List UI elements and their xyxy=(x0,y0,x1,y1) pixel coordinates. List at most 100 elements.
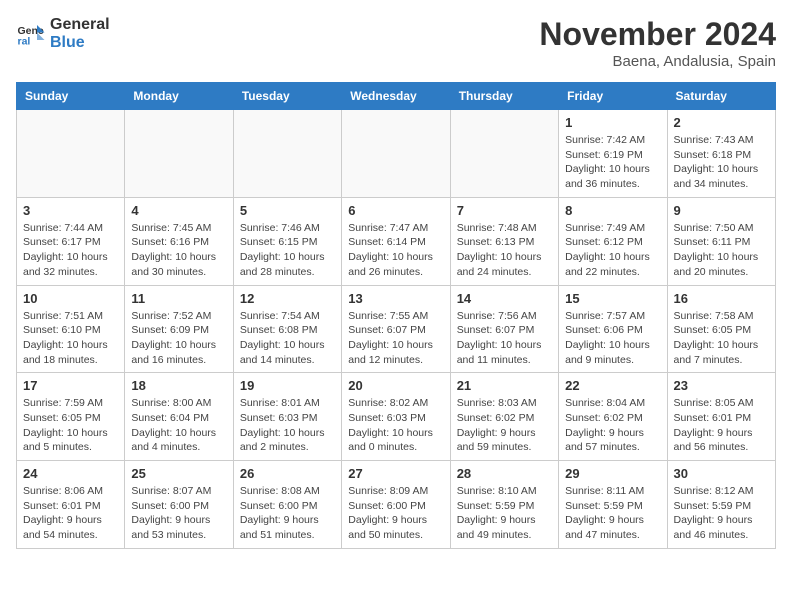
calendar-day-cell xyxy=(342,110,450,198)
day-number: 17 xyxy=(23,378,118,393)
weekday-header-cell: Sunday xyxy=(17,83,125,110)
calendar-body: 1 Sunrise: 7:42 AM Sunset: 6:19 PM Daylig… xyxy=(17,110,776,549)
day-number: 24 xyxy=(23,466,118,481)
calendar-day-cell: 23 Sunrise: 8:05 AM Sunset: 6:01 PM Dayli… xyxy=(667,373,775,461)
day-info: Sunrise: 7:44 AM Sunset: 6:17 PM Dayligh… xyxy=(23,221,118,280)
day-number: 6 xyxy=(348,203,443,218)
calendar-day-cell: 6Sunrise: 7:47 AM Sunset: 6:14 PM Daylig… xyxy=(342,197,450,285)
calendar-week-row: 1 Sunrise: 7:42 AM Sunset: 6:19 PM Daylig… xyxy=(17,110,776,198)
calendar-day-cell: 5 Sunrise: 7:46 AM Sunset: 6:15 PM Daylig… xyxy=(233,197,341,285)
calendar-day-cell: 30 Sunrise: 8:12 AM Sunset: 5:59 PM Dayli… xyxy=(667,461,775,549)
weekday-header-cell: Thursday xyxy=(450,83,558,110)
calendar-day-cell: 1 Sunrise: 7:42 AM Sunset: 6:19 PM Daylig… xyxy=(559,110,667,198)
calendar-day-cell: 18 Sunrise: 8:00 AM Sunset: 6:04 PM Dayli… xyxy=(125,373,233,461)
day-number: 10 xyxy=(23,291,118,306)
day-info: Sunrise: 8:01 AM Sunset: 6:03 PM Dayligh… xyxy=(240,396,335,455)
day-info: Sunrise: 7:45 AM Sunset: 6:16 PM Dayligh… xyxy=(131,221,226,280)
day-number: 28 xyxy=(457,466,552,481)
day-info: Sunrise: 8:03 AM Sunset: 6:02 PM Dayligh… xyxy=(457,396,552,455)
day-number: 1 xyxy=(565,115,660,130)
day-number: 23 xyxy=(674,378,769,393)
day-info: Sunrise: 7:58 AM Sunset: 6:05 PM Dayligh… xyxy=(674,309,769,368)
calendar-day-cell: 7 Sunrise: 7:48 AM Sunset: 6:13 PM Daylig… xyxy=(450,197,558,285)
calendar-week-row: 17 Sunrise: 7:59 AM Sunset: 6:05 PM Dayli… xyxy=(17,373,776,461)
day-info: Sunrise: 7:46 AM Sunset: 6:15 PM Dayligh… xyxy=(240,221,335,280)
calendar-day-cell: 21Sunrise: 8:03 AM Sunset: 6:02 PM Dayli… xyxy=(450,373,558,461)
day-info: Sunrise: 8:04 AM Sunset: 6:02 PM Dayligh… xyxy=(565,396,660,455)
day-number: 13 xyxy=(348,291,443,306)
day-number: 29 xyxy=(565,466,660,481)
day-number: 15 xyxy=(565,291,660,306)
day-number: 2 xyxy=(674,115,769,130)
day-info: Sunrise: 7:55 AM Sunset: 6:07 PM Dayligh… xyxy=(348,309,443,368)
day-info: Sunrise: 8:00 AM Sunset: 6:04 PM Dayligh… xyxy=(131,396,226,455)
day-number: 30 xyxy=(674,466,769,481)
calendar-day-cell: 24Sunrise: 8:06 AM Sunset: 6:01 PM Dayli… xyxy=(17,461,125,549)
weekday-header-cell: Friday xyxy=(559,83,667,110)
calendar-day-cell: 29 Sunrise: 8:11 AM Sunset: 5:59 PM Dayli… xyxy=(559,461,667,549)
calendar-day-cell: 4 Sunrise: 7:45 AM Sunset: 6:16 PM Daylig… xyxy=(125,197,233,285)
day-info: Sunrise: 8:09 AM Sunset: 6:00 PM Dayligh… xyxy=(348,484,443,543)
calendar-day-cell xyxy=(17,110,125,198)
day-info: Sunrise: 7:48 AM Sunset: 6:13 PM Dayligh… xyxy=(457,221,552,280)
day-info: Sunrise: 8:02 AM Sunset: 6:03 PM Dayligh… xyxy=(348,396,443,455)
day-number: 8 xyxy=(565,203,660,218)
day-info: Sunrise: 7:51 AM Sunset: 6:10 PM Dayligh… xyxy=(23,309,118,368)
title-block: November 2024 Baena, Andalusia, Spain xyxy=(539,16,776,70)
day-number: 26 xyxy=(240,466,335,481)
day-number: 7 xyxy=(457,203,552,218)
location: Baena, Andalusia, Spain xyxy=(539,53,776,70)
day-number: 3 xyxy=(23,203,118,218)
calendar-day-cell: 9 Sunrise: 7:50 AM Sunset: 6:11 PM Daylig… xyxy=(667,197,775,285)
day-info: Sunrise: 8:12 AM Sunset: 5:59 PM Dayligh… xyxy=(674,484,769,543)
day-number: 22 xyxy=(565,378,660,393)
calendar-day-cell: 8 Sunrise: 7:49 AM Sunset: 6:12 PM Daylig… xyxy=(559,197,667,285)
calendar-day-cell: 20Sunrise: 8:02 AM Sunset: 6:03 PM Dayli… xyxy=(342,373,450,461)
calendar-day-cell xyxy=(125,110,233,198)
calendar-day-cell xyxy=(233,110,341,198)
day-number: 18 xyxy=(131,378,226,393)
month-title: November 2024 xyxy=(539,16,776,53)
day-number: 4 xyxy=(131,203,226,218)
day-info: Sunrise: 7:52 AM Sunset: 6:09 PM Dayligh… xyxy=(131,309,226,368)
day-number: 5 xyxy=(240,203,335,218)
day-number: 9 xyxy=(674,203,769,218)
day-info: Sunrise: 8:11 AM Sunset: 5:59 PM Dayligh… xyxy=(565,484,660,543)
calendar-day-cell: 2 Sunrise: 7:43 AM Sunset: 6:18 PM Daylig… xyxy=(667,110,775,198)
weekday-header-cell: Wednesday xyxy=(342,83,450,110)
calendar-day-cell: 11 Sunrise: 7:52 AM Sunset: 6:09 PM Dayli… xyxy=(125,285,233,373)
calendar-week-row: 10 Sunrise: 7:51 AM Sunset: 6:10 PM Dayli… xyxy=(17,285,776,373)
svg-text:ral: ral xyxy=(18,35,31,47)
day-number: 14 xyxy=(457,291,552,306)
calendar-day-cell: 3 Sunrise: 7:44 AM Sunset: 6:17 PM Daylig… xyxy=(17,197,125,285)
day-number: 12 xyxy=(240,291,335,306)
day-number: 16 xyxy=(674,291,769,306)
calendar-day-cell: 19 Sunrise: 8:01 AM Sunset: 6:03 PM Dayli… xyxy=(233,373,341,461)
calendar-day-cell: 25 Sunrise: 8:07 AM Sunset: 6:00 PM Dayli… xyxy=(125,461,233,549)
calendar-day-cell: 10 Sunrise: 7:51 AM Sunset: 6:10 PM Dayli… xyxy=(17,285,125,373)
calendar-day-cell: 27Sunrise: 8:09 AM Sunset: 6:00 PM Dayli… xyxy=(342,461,450,549)
calendar-day-cell: 28 Sunrise: 8:10 AM Sunset: 5:59 PM Dayli… xyxy=(450,461,558,549)
weekday-header-cell: Monday xyxy=(125,83,233,110)
day-info: Sunrise: 7:49 AM Sunset: 6:12 PM Dayligh… xyxy=(565,221,660,280)
day-info: Sunrise: 7:59 AM Sunset: 6:05 PM Dayligh… xyxy=(23,396,118,455)
day-number: 25 xyxy=(131,466,226,481)
day-info: Sunrise: 7:57 AM Sunset: 6:06 PM Dayligh… xyxy=(565,309,660,368)
day-info: Sunrise: 7:54 AM Sunset: 6:08 PM Dayligh… xyxy=(240,309,335,368)
calendar-day-cell: 26Sunrise: 8:08 AM Sunset: 6:00 PM Dayli… xyxy=(233,461,341,549)
weekday-header-row: SundayMondayTuesdayWednesdayThursdayFrid… xyxy=(17,83,776,110)
day-number: 19 xyxy=(240,378,335,393)
day-info: Sunrise: 7:50 AM Sunset: 6:11 PM Dayligh… xyxy=(674,221,769,280)
day-info: Sunrise: 8:07 AM Sunset: 6:00 PM Dayligh… xyxy=(131,484,226,543)
day-info: Sunrise: 7:56 AM Sunset: 6:07 PM Dayligh… xyxy=(457,309,552,368)
day-number: 11 xyxy=(131,291,226,306)
day-info: Sunrise: 8:05 AM Sunset: 6:01 PM Dayligh… xyxy=(674,396,769,455)
calendar-table: SundayMondayTuesdayWednesdayThursdayFrid… xyxy=(16,82,776,549)
day-info: Sunrise: 8:10 AM Sunset: 5:59 PM Dayligh… xyxy=(457,484,552,543)
calendar-week-row: 24Sunrise: 8:06 AM Sunset: 6:01 PM Dayli… xyxy=(17,461,776,549)
day-info: Sunrise: 7:42 AM Sunset: 6:19 PM Dayligh… xyxy=(565,133,660,192)
calendar-day-cell: 16 Sunrise: 7:58 AM Sunset: 6:05 PM Dayli… xyxy=(667,285,775,373)
logo-text-general: General xyxy=(50,16,110,34)
day-info: Sunrise: 7:43 AM Sunset: 6:18 PM Dayligh… xyxy=(674,133,769,192)
logo: Gene ral General Blue xyxy=(16,16,110,51)
